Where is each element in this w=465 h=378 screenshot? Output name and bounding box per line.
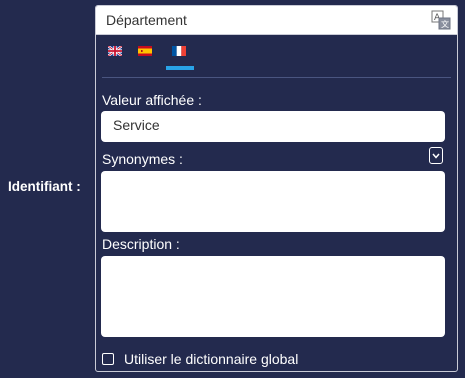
translate-icon[interactable]: A 文 — [431, 10, 451, 30]
synonyms-dropdown-button[interactable] — [429, 147, 443, 164]
synonyms-label: Synonymes : — [102, 151, 183, 167]
panel-title: Département — [106, 12, 187, 28]
global-dictionary-checkbox[interactable] — [102, 353, 114, 365]
selected-language-indicator — [166, 66, 194, 70]
uk-flag-icon[interactable] — [108, 46, 122, 56]
global-dictionary-option: Utiliser le dictionnaire global — [102, 351, 298, 367]
global-dictionary-label[interactable]: Utiliser le dictionnaire global — [124, 351, 298, 367]
description-label: Description : — [102, 236, 180, 252]
chevron-down-icon — [432, 153, 440, 159]
svg-text:文: 文 — [441, 19, 449, 29]
spain-flag-icon[interactable] — [138, 46, 152, 56]
synonyms-textarea[interactable] — [101, 171, 445, 232]
france-flag-icon[interactable] — [172, 46, 186, 56]
identifiant-label: Identifiant : — [8, 179, 81, 194]
display-value-input[interactable]: Service — [101, 111, 445, 142]
description-textarea[interactable] — [101, 256, 445, 337]
language-tabs — [102, 35, 451, 78]
panel-header: Département A 文 — [96, 6, 457, 35]
display-value-label: Valeur affichée : — [102, 92, 202, 108]
translation-panel: Département A 文 Valeur affichée: Servic… — [95, 5, 458, 372]
